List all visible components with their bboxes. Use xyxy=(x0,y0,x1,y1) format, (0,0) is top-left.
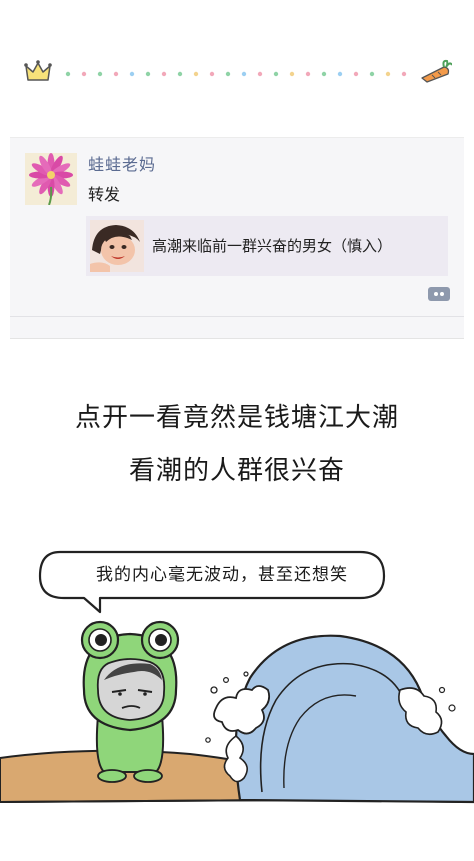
top-decoration xyxy=(24,59,452,83)
comment-icon[interactable] xyxy=(428,287,450,301)
post-text: 转发 xyxy=(88,185,121,204)
shared-link[interactable]: 高潮来临前一群兴奋的男女（慎入） xyxy=(86,216,448,276)
face-photo-icon xyxy=(90,220,144,272)
post-username[interactable]: 蛙蛙老妈 xyxy=(88,151,156,175)
card-divider xyxy=(10,316,464,317)
comic-illustration xyxy=(0,550,474,804)
post-card[interactable]: 蛙蛙老妈 转发 高潮来临前一群兴奋的男女（慎入） xyxy=(10,137,464,339)
link-thumbnail xyxy=(90,220,144,272)
dot-row xyxy=(65,71,407,77)
flower-icon xyxy=(25,153,77,205)
avatar[interactable] xyxy=(25,153,77,205)
crown-icon xyxy=(24,60,52,81)
tidal-wave xyxy=(205,634,474,804)
speech-text: 我的内心毫无波动，甚至还想笑 xyxy=(96,565,348,585)
headline-line-1: 点开一看竟然是钱塘江大潮 xyxy=(74,403,399,433)
carrot-icon xyxy=(421,59,452,83)
headline-line-2: 看潮的人群很兴奋 xyxy=(128,456,345,486)
link-title: 高潮来临前一群兴奋的男女（慎入） xyxy=(152,237,393,255)
